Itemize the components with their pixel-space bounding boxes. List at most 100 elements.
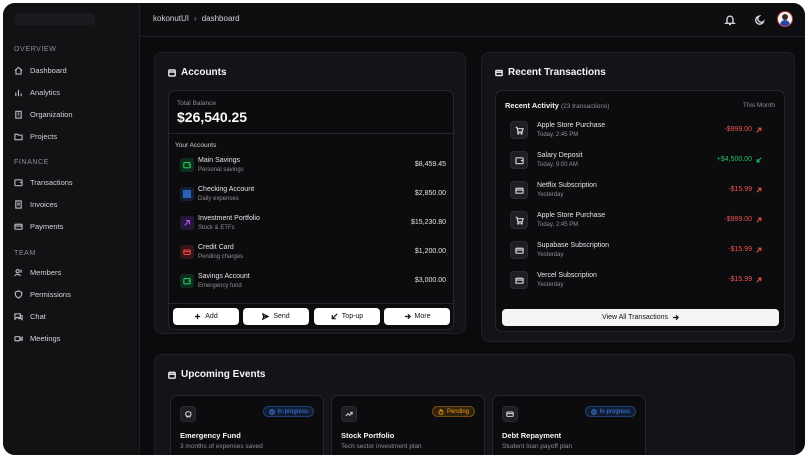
event-card[interactable]: In-progress Emergency Fund 3 months of exp… [170,395,324,455]
status-badge: Pending [431,406,475,417]
account-name: Credit Card [198,244,234,251]
transactions-title-text: Recent Transactions [508,67,606,78]
transaction-amount-value: -$15.99 [728,246,752,253]
account-description: Personal savings [198,167,244,173]
sidebar-item-chat[interactable]: Chat [14,309,132,323]
timer-icon [438,408,444,415]
transaction-name: Apple Store Purchase [537,212,606,219]
transaction-row[interactable]: Netflix Subscription Yesterday -$15.99 [504,179,768,205]
sidebar-item-dashboard[interactable]: Dashboard [14,63,132,77]
status-label: Pending [446,408,469,415]
card-icon [506,411,514,417]
bell-icon[interactable] [724,13,736,26]
send-button[interactable]: Send [243,308,309,325]
piggy-bank-icon [185,411,192,418]
app-window: OVERVIEW Dashboard Analytics Organizatio… [3,3,805,455]
arrow-up-right-icon [756,277,762,283]
wallet-icon [183,162,191,169]
receipt-icon [15,199,22,209]
event-icon-box [502,406,518,422]
transaction-row[interactable]: Salary Deposit Today, 9:00 AM +$4,500.00 [504,149,768,175]
account-actions: Add Send Top-up More [173,308,451,326]
account-row[interactable]: Credit Card Pending charges $1,200.00 [176,242,446,268]
transaction-amount-value: -$15.99 [728,276,752,283]
account-description: Daily expenses [198,196,239,202]
event-name: Debt Repayment [502,431,562,440]
sidebar-item-payments[interactable]: Payments [14,219,132,233]
transaction-icon-box [510,151,528,169]
add-button-label: Add [205,313,218,320]
account-row[interactable]: Investment Portfolio Stock & ETFs $15,230.… [176,213,446,239]
arrow-right-icon [404,313,411,320]
event-description: Tech sector investment plan [341,443,422,450]
accounts-panel: Accounts Total Balance $26,540.25 Your A… [154,52,466,334]
more-button[interactable]: More [384,308,450,325]
transaction-name: Salary Deposit [537,152,583,159]
event-card[interactable]: In-progress Debt Repayment Student loan pa… [492,395,646,455]
transactions-title: Recent Transactions [495,67,606,78]
sidebar-item-label: Organization [30,109,73,119]
transaction-amount: -$15.99 [728,276,762,283]
view-all-transactions-button[interactable]: View All Transactions [502,309,779,326]
event-name: Emergency Fund [180,431,241,440]
sidebar-item-label: Analytics [30,87,61,97]
transaction-row[interactable]: Supabase Subscription Yesterday -$15.99 [504,239,768,265]
account-name: Main Savings [198,157,241,164]
events-title: Upcoming Events [168,369,265,380]
sidebar-item-meetings[interactable]: Meetings [14,331,132,345]
sidebar-item-label: Meetings [30,333,61,343]
more-button-label: More [414,313,431,320]
bar-chart-icon [15,89,22,96]
account-name: Savings Account [198,273,250,280]
transaction-row[interactable]: Apple Store Purchase Today, 2:45 PM -$999.… [504,209,768,235]
sidebar-item-transactions[interactable]: Transactions [14,175,132,189]
events-title-text: Upcoming Events [181,369,266,380]
transactions-panel: Recent Transactions Recent Activity (23 … [481,52,795,342]
event-card[interactable]: Pending Stock Portfolio Tech sector invest… [331,395,485,455]
transaction-time: Yesterday [537,282,564,288]
arrow-up-right-icon [756,247,762,253]
transaction-amount: -$15.99 [728,186,762,193]
account-row[interactable]: Main Savings Personal savings $8,459.45 [176,155,446,181]
account-row[interactable]: Checking Account Daily expenses $2,850.00 [176,184,446,210]
logo[interactable] [15,13,95,25]
account-icon-box [180,187,194,201]
status-label: In-progress [277,408,308,415]
credit-card-icon [14,223,23,230]
account-amount: $2,850.00 [414,190,446,197]
account-icon-box [180,216,194,230]
sidebar-item-invoices[interactable]: Invoices [14,197,132,211]
sidebar-item-analytics[interactable]: Analytics [14,85,132,99]
sidebar-item-permissions[interactable]: Permissions [14,287,132,301]
sidebar-item-label: Permissions [30,289,71,299]
section-title-team: TEAM [14,250,36,257]
total-balance-value: $26,540.25 [177,109,248,125]
transaction-icon-box [510,211,528,229]
your-accounts-title: Your Accounts [175,142,217,149]
transaction-name: Netflix Subscription [537,182,597,189]
divider [169,133,453,134]
top-up-button[interactable]: Top-up [314,308,380,325]
account-description: Stock & ETFs [198,225,235,231]
sidebar-item-projects[interactable]: Projects [14,129,132,143]
account-row[interactable]: Savings Account Emergency fund $3,000.00 [176,271,446,297]
avatar[interactable] [777,11,793,27]
add-button[interactable]: Add [173,308,239,325]
sidebar-item-organization[interactable]: Organization [14,107,132,121]
clock-icon [590,408,597,415]
transaction-row[interactable]: Vercel Subscription Yesterday -$15.99 [504,269,768,295]
events-panel: Upcoming Events In-progress Emergency Fun… [154,354,795,455]
recent-activity-heading: Recent Activity (23 transactions) [505,101,609,110]
account-name: Checking Account [198,186,255,193]
transaction-amount-value: -$15.99 [728,186,752,193]
moon-icon[interactable] [754,13,766,25]
account-description: Emergency fund [198,283,242,289]
top-up-button-label: Top-up [341,313,364,320]
breadcrumb-root[interactable]: kokonutUI [153,14,189,23]
sidebar-item-members[interactable]: Members [14,265,132,279]
transaction-row[interactable]: Apple Store Purchase Today, 2:45 PM -$999.… [504,119,768,145]
account-description: Pending charges [198,254,244,260]
chat-icon [14,312,23,321]
qr-icon [183,190,191,198]
calendar-icon [168,371,176,379]
